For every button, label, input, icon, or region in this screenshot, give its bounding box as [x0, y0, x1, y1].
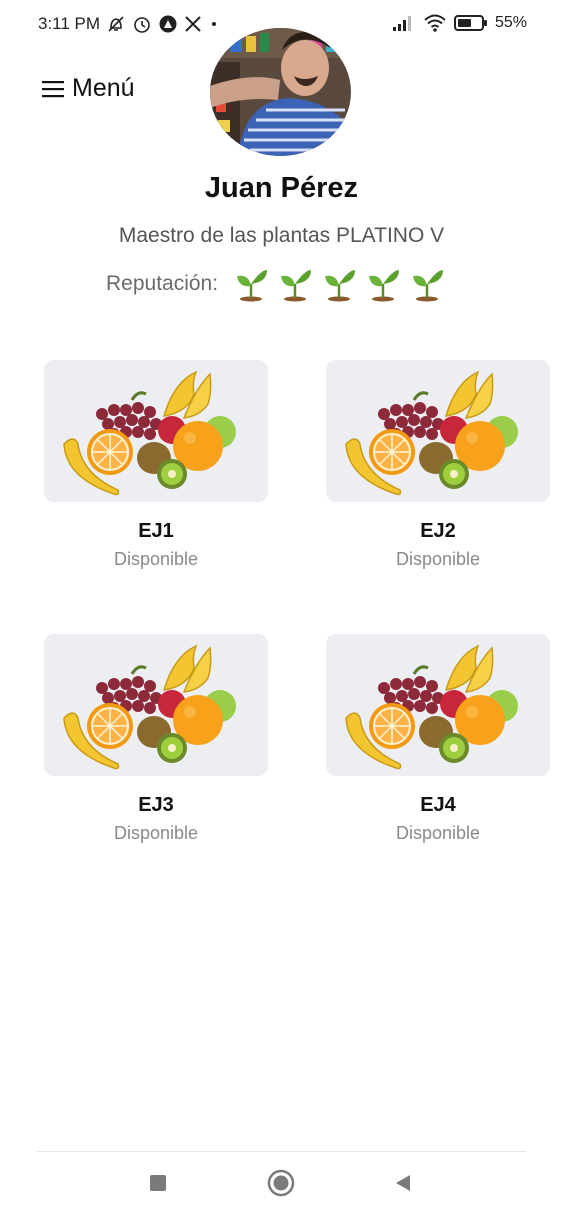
- card-status: Disponible: [113, 823, 199, 843]
- fruit-image: [326, 360, 550, 502]
- back-triangle-icon: [393, 1173, 413, 1198]
- nav-divider: [36, 1151, 526, 1152]
- card-title: EJ1: [138, 520, 174, 542]
- reputation: Reputación:: [106, 266, 444, 302]
- sprout-icon: [322, 266, 356, 302]
- fruit-image: [44, 634, 268, 776]
- app-icon: [158, 14, 178, 34]
- status-left: 3:11 PM: [38, 14, 220, 34]
- home-circle-icon: [267, 1169, 295, 1202]
- card-ej1[interactable]: EJ1 Disponible: [44, 360, 268, 570]
- home-button[interactable]: [266, 1169, 296, 1202]
- wifi-icon: [423, 13, 447, 33]
- battery-icon: [453, 14, 488, 32]
- menu-button[interactable]: Menú: [42, 74, 135, 103]
- status-time: 3:11 PM: [38, 14, 101, 33]
- card-ej4[interactable]: EJ4 Disponible: [326, 634, 550, 844]
- fruit-image: [326, 634, 550, 776]
- sprout-icon: [278, 266, 312, 302]
- card-ej2[interactable]: EJ2 Disponible: [326, 360, 550, 570]
- menu-label: Menú: [72, 74, 135, 102]
- status-right: 55%: [392, 13, 527, 33]
- sprout-icon: [366, 266, 400, 302]
- profile-rank: Maestro de las plantas PLATINO V: [118, 224, 445, 247]
- hamburger-icon: [42, 79, 64, 99]
- profile-name: Juan Pérez: [204, 172, 359, 204]
- sprout-icon: [234, 266, 268, 302]
- card-title: EJ2: [420, 520, 456, 542]
- recents-square-icon: [149, 1174, 167, 1197]
- x-icon: [184, 15, 202, 33]
- card-title: EJ4: [420, 794, 456, 816]
- alarm-icon: [132, 14, 152, 34]
- sprout-icon: [410, 266, 444, 302]
- back-button[interactable]: [388, 1170, 418, 1200]
- signal-icon: [392, 14, 416, 32]
- card-status: Disponible: [395, 823, 481, 843]
- reputation-label: Reputación:: [106, 272, 219, 295]
- dot-icon: [208, 18, 220, 30]
- card-status: Disponible: [113, 549, 199, 569]
- recents-button[interactable]: [143, 1170, 173, 1200]
- battery-percent: 55%: [494, 14, 527, 31]
- avatar[interactable]: [210, 28, 351, 156]
- card-title: EJ3: [138, 794, 174, 816]
- fruit-image: [44, 360, 268, 502]
- card-ej3[interactable]: EJ3 Disponible: [44, 634, 268, 844]
- card-status: Disponible: [395, 549, 481, 569]
- mute-icon: [106, 14, 126, 34]
